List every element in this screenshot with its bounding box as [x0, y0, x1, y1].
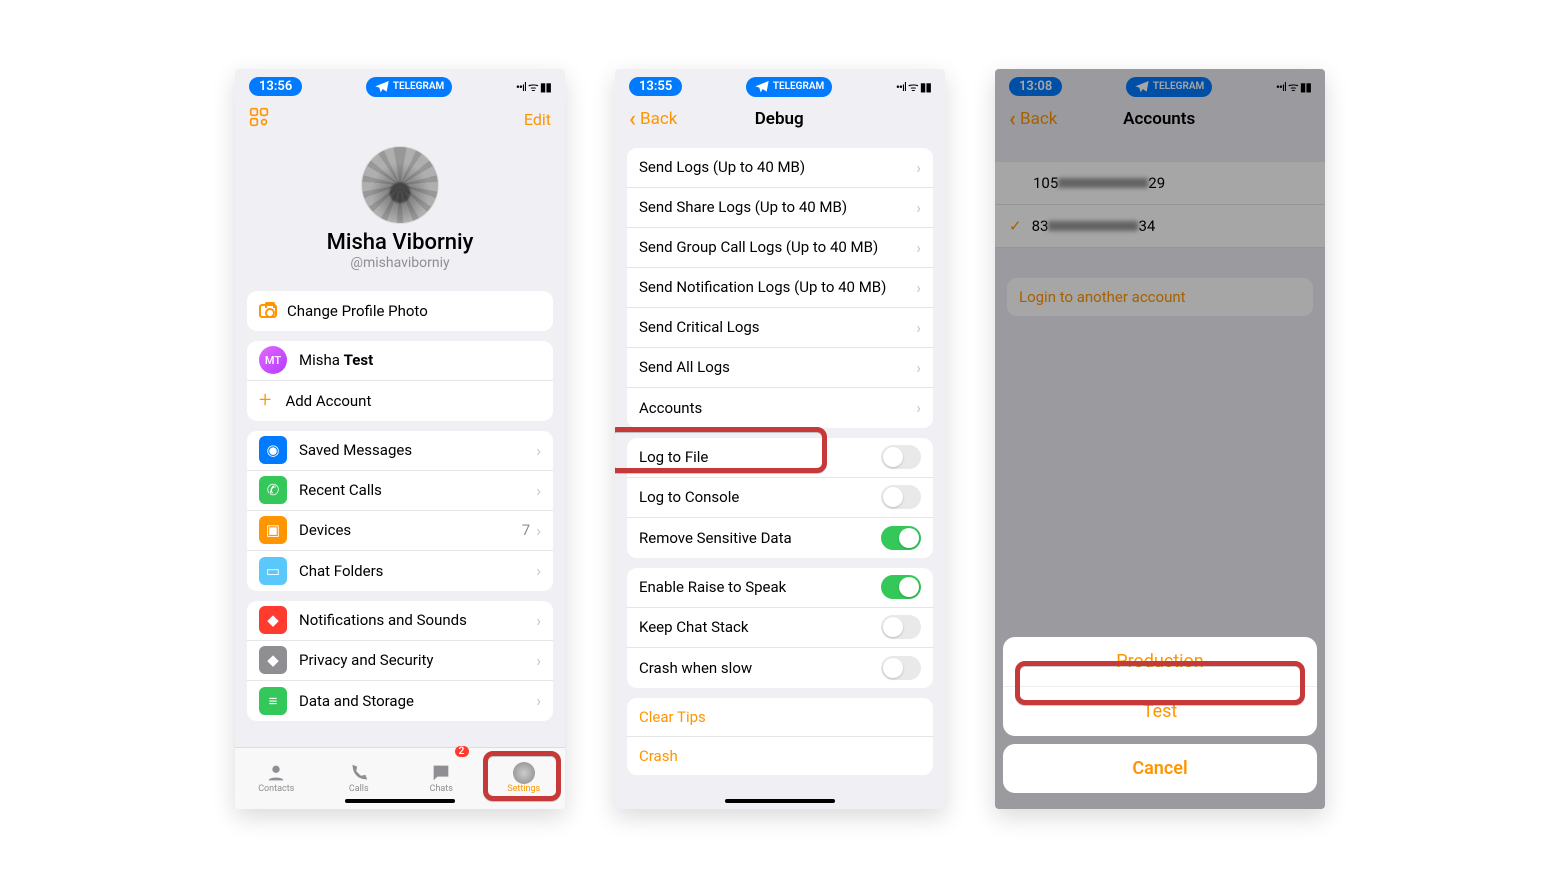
- camera-icon: [259, 304, 277, 318]
- chat-icon: [430, 762, 452, 784]
- devices-icon: ▣: [259, 516, 287, 544]
- crash-when-slow-row[interactable]: Crash when slow: [627, 648, 933, 688]
- tab-settings[interactable]: Settings: [483, 748, 566, 809]
- chat-folders-row[interactable]: ▭ Chat Folders›: [247, 551, 553, 591]
- raise-to-speak-row[interactable]: Enable Raise to Speak: [627, 568, 933, 608]
- status-bar: 13:55 TELEGRAM ••ıl ᯤ ▮▮: [615, 69, 945, 101]
- devices-count: 7: [522, 521, 530, 539]
- chevron-right-icon: ›: [916, 158, 921, 177]
- send-critical-logs-row[interactable]: Send Critical Logs›: [627, 308, 933, 348]
- edit-button[interactable]: Edit: [524, 110, 551, 129]
- settings-avatar-icon: [513, 762, 535, 784]
- app-pill[interactable]: TELEGRAM: [746, 77, 832, 97]
- bookmark-icon: ◉: [259, 436, 287, 464]
- send-logs-row[interactable]: Send Logs (Up to 40 MB)›: [627, 148, 933, 188]
- notifications-row[interactable]: ◆ Notifications and Sounds›: [247, 601, 553, 641]
- debug-navbar: ‹ Back Debug: [615, 101, 945, 142]
- recent-calls-row[interactable]: ✆ Recent Calls›: [247, 471, 553, 511]
- settings-navbar: Edit: [235, 101, 565, 142]
- profile-avatar[interactable]: [361, 146, 439, 224]
- back-button[interactable]: ‹ Back: [629, 107, 677, 132]
- status-icons: ••ıl ᯤ ▮▮: [896, 78, 931, 95]
- chevron-right-icon: ›: [916, 198, 921, 217]
- telegram-icon: [374, 79, 390, 95]
- send-group-call-logs-row[interactable]: Send Group Call Logs (Up to 40 MB)›: [627, 228, 933, 268]
- database-icon: ≡: [259, 687, 287, 715]
- telegram-icon: [754, 79, 770, 95]
- send-all-logs-row[interactable]: Send All Logs›: [627, 348, 933, 388]
- account-avatar-icon: MT: [259, 346, 287, 374]
- app-pill[interactable]: TELEGRAM: [366, 77, 452, 97]
- test-button[interactable]: Test: [1003, 687, 1317, 736]
- settings-screen: 13:56 TELEGRAM ••ıl ᯤ ▮▮ Edit Misha Vibo…: [235, 69, 565, 809]
- bell-icon: ◆: [259, 606, 287, 634]
- chevron-right-icon: ›: [916, 398, 921, 417]
- time-pill[interactable]: 13:55: [629, 77, 682, 96]
- chevron-right-icon: ›: [536, 521, 541, 540]
- data-storage-row[interactable]: ≡ Data and Storage›: [247, 681, 553, 721]
- time-pill[interactable]: 13:56: [249, 77, 302, 96]
- chevron-right-icon: ›: [536, 561, 541, 580]
- cancel-button[interactable]: Cancel: [1003, 744, 1317, 793]
- chats-badge: 2: [455, 746, 469, 757]
- status-icons: ••ıl ᯤ ▮▮: [516, 78, 551, 95]
- profile-handle: @mishaviborniy: [249, 255, 551, 271]
- send-notification-logs-row[interactable]: Send Notification Logs (Up to 40 MB)›: [627, 268, 933, 308]
- toggle-switch[interactable]: [881, 615, 921, 639]
- add-account-row[interactable]: + Add Account: [247, 381, 553, 421]
- log-to-file-row[interactable]: Log to File: [627, 438, 933, 478]
- plus-icon: +: [259, 390, 271, 412]
- chevron-right-icon: ›: [536, 611, 541, 630]
- qr-icon[interactable]: [249, 107, 269, 132]
- clear-tips-button[interactable]: Clear Tips: [627, 698, 933, 737]
- accounts-screen: 13:08 TELEGRAM ••ıl ᯤ ▮▮ ‹ Back Accounts…: [995, 69, 1325, 809]
- keep-chat-stack-row[interactable]: Keep Chat Stack: [627, 608, 933, 648]
- accounts-row[interactable]: Accounts›: [627, 388, 933, 428]
- profile-name: Misha Viborniy: [249, 230, 551, 255]
- privacy-row[interactable]: ◆ Privacy and Security›: [247, 641, 553, 681]
- toggle-switch[interactable]: [881, 526, 921, 550]
- toggle-switch[interactable]: [881, 445, 921, 469]
- chevron-left-icon: ‹: [629, 107, 636, 132]
- action-sheet: Production Test Cancel: [1003, 637, 1317, 801]
- log-to-console-row[interactable]: Log to Console: [627, 478, 933, 518]
- phone-icon: [348, 762, 370, 784]
- contacts-icon: [265, 762, 287, 784]
- toggle-switch[interactable]: [881, 656, 921, 680]
- toggle-switch[interactable]: [881, 485, 921, 509]
- status-bar: 13:56 TELEGRAM ••ıl ᯤ ▮▮: [235, 69, 565, 101]
- crash-button[interactable]: Crash: [627, 737, 933, 775]
- chevron-right-icon: ›: [916, 358, 921, 377]
- profile-header: Misha Viborniy @mishaviborniy: [235, 146, 565, 281]
- send-share-logs-row[interactable]: Send Share Logs (Up to 40 MB)›: [627, 188, 933, 228]
- folder-icon: ▭: [259, 557, 287, 585]
- lock-icon: ◆: [259, 646, 287, 674]
- tab-contacts[interactable]: Contacts: [235, 748, 318, 809]
- chevron-right-icon: ›: [916, 238, 921, 257]
- chevron-right-icon: ›: [536, 691, 541, 710]
- home-indicator[interactable]: [725, 799, 835, 803]
- phone-icon: ✆: [259, 476, 287, 504]
- production-button[interactable]: Production: [1003, 637, 1317, 687]
- page-title: Debug: [755, 109, 804, 129]
- chevron-right-icon: ›: [536, 651, 541, 670]
- devices-row[interactable]: ▣ Devices 7 ›: [247, 511, 553, 551]
- account-row[interactable]: MT Misha Test: [247, 341, 553, 381]
- chevron-right-icon: ›: [536, 441, 541, 460]
- toggle-switch[interactable]: [881, 575, 921, 599]
- saved-messages-row[interactable]: ◉ Saved Messages›: [247, 431, 553, 471]
- debug-screen: 13:55 TELEGRAM ••ıl ᯤ ▮▮ ‹ Back Debug Se…: [615, 69, 945, 809]
- chevron-right-icon: ›: [536, 481, 541, 500]
- home-indicator[interactable]: [345, 799, 455, 803]
- remove-sensitive-row[interactable]: Remove Sensitive Data: [627, 518, 933, 558]
- chevron-right-icon: ›: [916, 278, 921, 297]
- chevron-right-icon: ›: [916, 318, 921, 337]
- change-photo-row[interactable]: Change Profile Photo: [247, 291, 553, 331]
